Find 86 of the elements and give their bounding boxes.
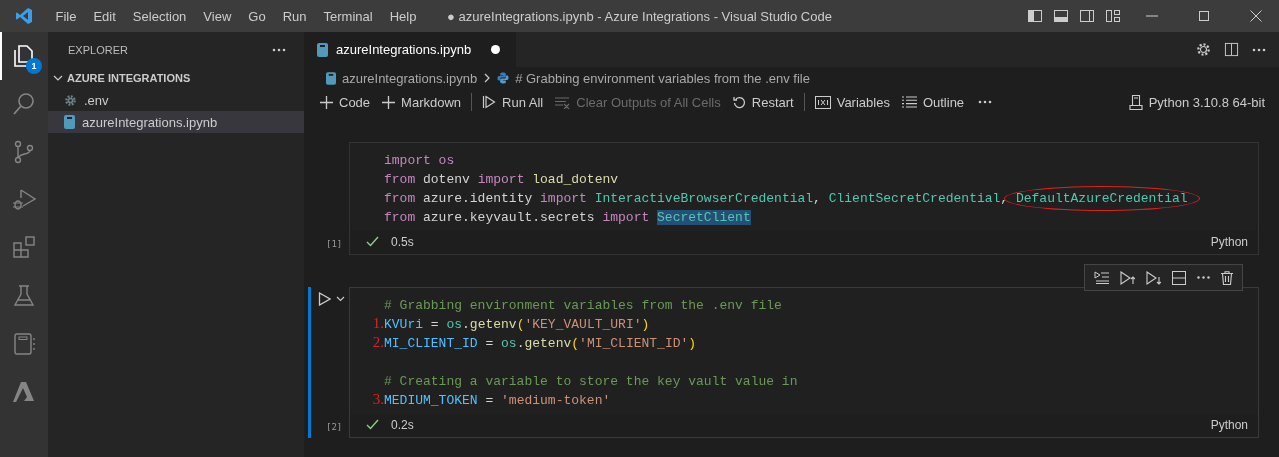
code-line: import os [384,152,455,170]
menu-item[interactable]: File [47,8,85,24]
code-cell[interactable] [349,287,1259,438]
code-line: from dotenv import load_dotenv [384,171,619,189]
notification-badge: 1 [26,58,42,74]
explorer-entry[interactable]: .env [48,89,304,111]
toolbar-button[interactable]: Markdown [376,92,468,112]
unsaved-dot-icon[interactable] [491,45,501,54]
app-logo-icon [15,7,33,25]
clear-icon [555,95,571,109]
toolbar-button[interactable]: Run All [476,92,550,112]
code-line: # Creating a variable to store the key vault value in [384,373,798,391]
cell-language[interactable]: Python [1210,234,1248,249]
menu-item[interactable]: Run [274,8,315,24]
chevron-right-icon [483,73,492,83]
extensions-icon [11,235,37,261]
run-debug-icon [11,187,37,213]
kernel-picker[interactable]: Python 3.10.8 64-bit [1122,92,1271,112]
toolbar-button[interactable]: Outline [895,92,971,112]
annotation-number: 3. [372,391,384,409]
toolbar-button[interactable]: Restart [726,92,800,112]
code-line: # Grabbing environment variables from the .env file [384,297,782,315]
breadcrumb-item[interactable]: # Grabbing environment variables from the .env file [515,70,810,86]
code-line: from azure.keyvault.secrets import SecretClient [384,209,751,227]
run-cell-icon[interactable] [318,292,331,306]
chevron-icon[interactable] [336,296,345,302]
chevron-icon [53,73,63,83]
more-actions-icon[interactable] [1197,276,1210,279]
notebook-file-icon [317,42,328,57]
notebook-icon [11,331,37,357]
window-title: ● azureIntegrations.ipynb - Azure Integrations - Visual Studio Code [447,8,832,24]
search-icon [11,91,37,117]
kernel-icon [1128,94,1143,110]
notebook-file-icon [326,71,336,85]
split-cell-icon[interactable] [1172,270,1186,285]
code-line: MEDIUM_TOKEN = 'medium-token' [384,392,611,410]
toggle-panel-icon[interactable] [1053,8,1069,24]
breadcrumb-item[interactable]: azureIntegrations.ipynb [342,70,478,86]
execution-count: [2] [326,422,343,432]
cell-language[interactable]: Python [1210,417,1248,432]
toggle-secondary-sidebar-icon[interactable] [1079,8,1095,24]
explorer-entry[interactable]: azureIntegrations.ipynb [48,111,304,133]
annotation-number: 1. [372,315,384,333]
code-line: KVUri = os.getenv('KEY_VAULT_URI') [384,316,650,334]
flask-icon [11,283,37,309]
code-line: from azure.identity import InteractiveBrowserCredential, ClientSecretCredential, DefaultAzureCredential [384,189,1188,208]
execution-time: 0.5s [391,234,414,249]
restart-icon [732,95,746,109]
menu-item[interactable]: Go [239,8,275,24]
layout-icon[interactable] [1105,8,1121,24]
toolbar-button[interactable]: Code [314,92,377,112]
execution-count: [1] [326,239,343,249]
menu-item[interactable]: Help [381,8,425,24]
run-by-line-icon[interactable] [1094,271,1109,284]
run-all-icon [482,95,497,109]
folder-header[interactable]: AZURE INTEGRATIONS [48,67,304,89]
sidebar-title: EXPLORER [68,43,128,56]
split-editor-icon[interactable] [1224,42,1239,57]
list-icon [901,96,917,108]
menu-item[interactable]: Terminal [315,8,382,24]
annotation-number: 2. [372,334,384,352]
toolbar-button[interactable]: Variables [808,92,896,112]
plus-icon [320,95,333,109]
settings-icon[interactable] [1196,42,1211,57]
more-actions-icon[interactable] [272,47,286,52]
azure-logo-icon [11,379,37,405]
editor-tab[interactable]: azureIntegrations.ipynb [304,32,517,67]
notebook-file-icon [64,115,75,129]
python-logo-icon [497,72,510,84]
gear-icon [64,93,77,107]
more-actions-icon[interactable] [978,100,993,104]
execute-above-icon[interactable] [1120,270,1135,285]
delete-icon[interactable] [1221,270,1233,285]
more-actions-icon[interactable] [1252,47,1266,52]
menu-item[interactable]: Edit [84,8,125,24]
close-icon[interactable] [1250,10,1262,22]
toggle-sidebar-icon[interactable] [1027,8,1043,24]
variables-icon [814,95,831,109]
execute-below-icon[interactable] [1146,270,1161,285]
menu-item[interactable]: View [194,8,240,24]
maximize-icon[interactable] [1198,10,1210,22]
execution-time: 0.2s [391,417,414,432]
code-cell[interactable] [349,142,1259,255]
menu-item[interactable]: Selection [124,8,195,24]
code-line: MI_CLIENT_ID = os.getenv('MI_CLIENT_ID') [384,335,697,353]
plus-icon [382,95,396,109]
